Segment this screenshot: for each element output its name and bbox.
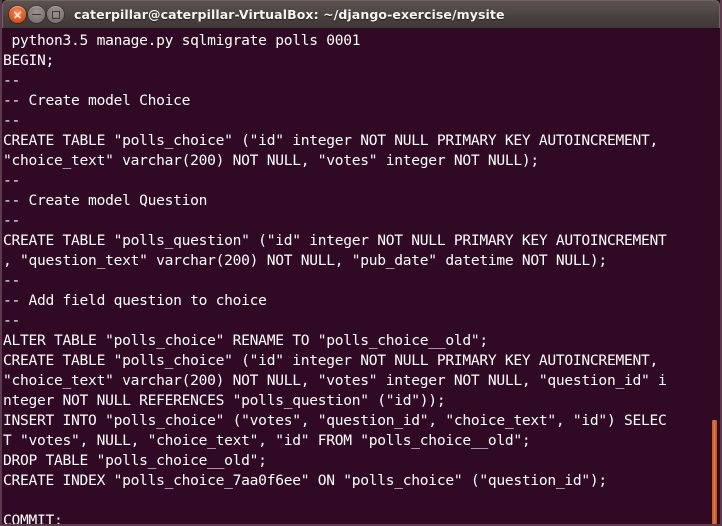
window-titlebar[interactable]: caterpillar@caterpillar-VirtualBox: ~/dj… xyxy=(2,0,720,28)
maximize-button[interactable] xyxy=(47,6,64,23)
terminal-line: python3.5 manage.py sqlmigrate polls 000… xyxy=(3,32,361,49)
terminal-line: BEGIN; xyxy=(3,52,55,69)
scrollbar-track[interactable] xyxy=(708,28,720,524)
terminal-text: python3.5 manage.py sqlmigrate polls 000… xyxy=(3,31,720,524)
terminal-line: CREATE TABLE "polls_choice" ("id" intege… xyxy=(3,132,658,149)
terminal-line: -- Create model Question xyxy=(3,192,208,209)
terminal-output-area[interactable]: python3.5 manage.py sqlmigrate polls 000… xyxy=(2,28,720,524)
terminal-line: -- Create model Choice xyxy=(3,92,191,109)
terminal-line: -- xyxy=(3,72,21,89)
terminal-line: -- xyxy=(3,272,21,289)
scrollbar-thumb[interactable] xyxy=(712,420,717,524)
maximize-icon xyxy=(51,10,60,19)
terminal-line: "choice_text" varchar(200) NOT NULL, "vo… xyxy=(3,152,539,169)
terminal-line: INSERT INTO "polls_choice" ("votes", "qu… xyxy=(3,412,667,429)
terminal-line: CREATE TABLE "polls_choice" ("id" intege… xyxy=(3,352,658,369)
terminal-line: T "votes", NULL, "choice_text", "id" FRO… xyxy=(3,432,531,449)
close-button[interactable] xyxy=(9,6,26,23)
terminal-window: caterpillar@caterpillar-VirtualBox: ~/dj… xyxy=(0,0,722,526)
terminal-line: COMMIT; xyxy=(3,512,63,524)
close-icon xyxy=(13,10,22,19)
terminal-line: CREATE TABLE "polls_question" ("id" inte… xyxy=(3,232,667,249)
window-controls xyxy=(9,6,64,23)
terminal-line: , "question_text" varchar(200) NOT NULL,… xyxy=(3,252,607,269)
terminal-line: ALTER TABLE "polls_choice" RENAME TO "po… xyxy=(3,332,488,349)
minimize-icon xyxy=(32,13,41,16)
terminal-line: CREATE INDEX "polls_choice_7aa0f6ee" ON … xyxy=(3,472,607,489)
terminal-line: "choice_text" varchar(200) NOT NULL, "vo… xyxy=(3,372,667,389)
terminal-line: -- xyxy=(3,172,21,189)
minimize-button[interactable] xyxy=(28,6,45,23)
terminal-line: -- Add field question to choice xyxy=(3,292,267,309)
terminal-line: -- xyxy=(3,312,21,329)
window-title: caterpillar@caterpillar-VirtualBox: ~/dj… xyxy=(74,7,505,22)
terminal-line: DROP TABLE "polls_choice__old"; xyxy=(3,452,267,469)
terminal-line: -- xyxy=(3,212,21,229)
terminal-line: nteger NOT NULL REFERENCES "polls_questi… xyxy=(3,392,446,409)
terminal-line: -- xyxy=(3,112,21,129)
